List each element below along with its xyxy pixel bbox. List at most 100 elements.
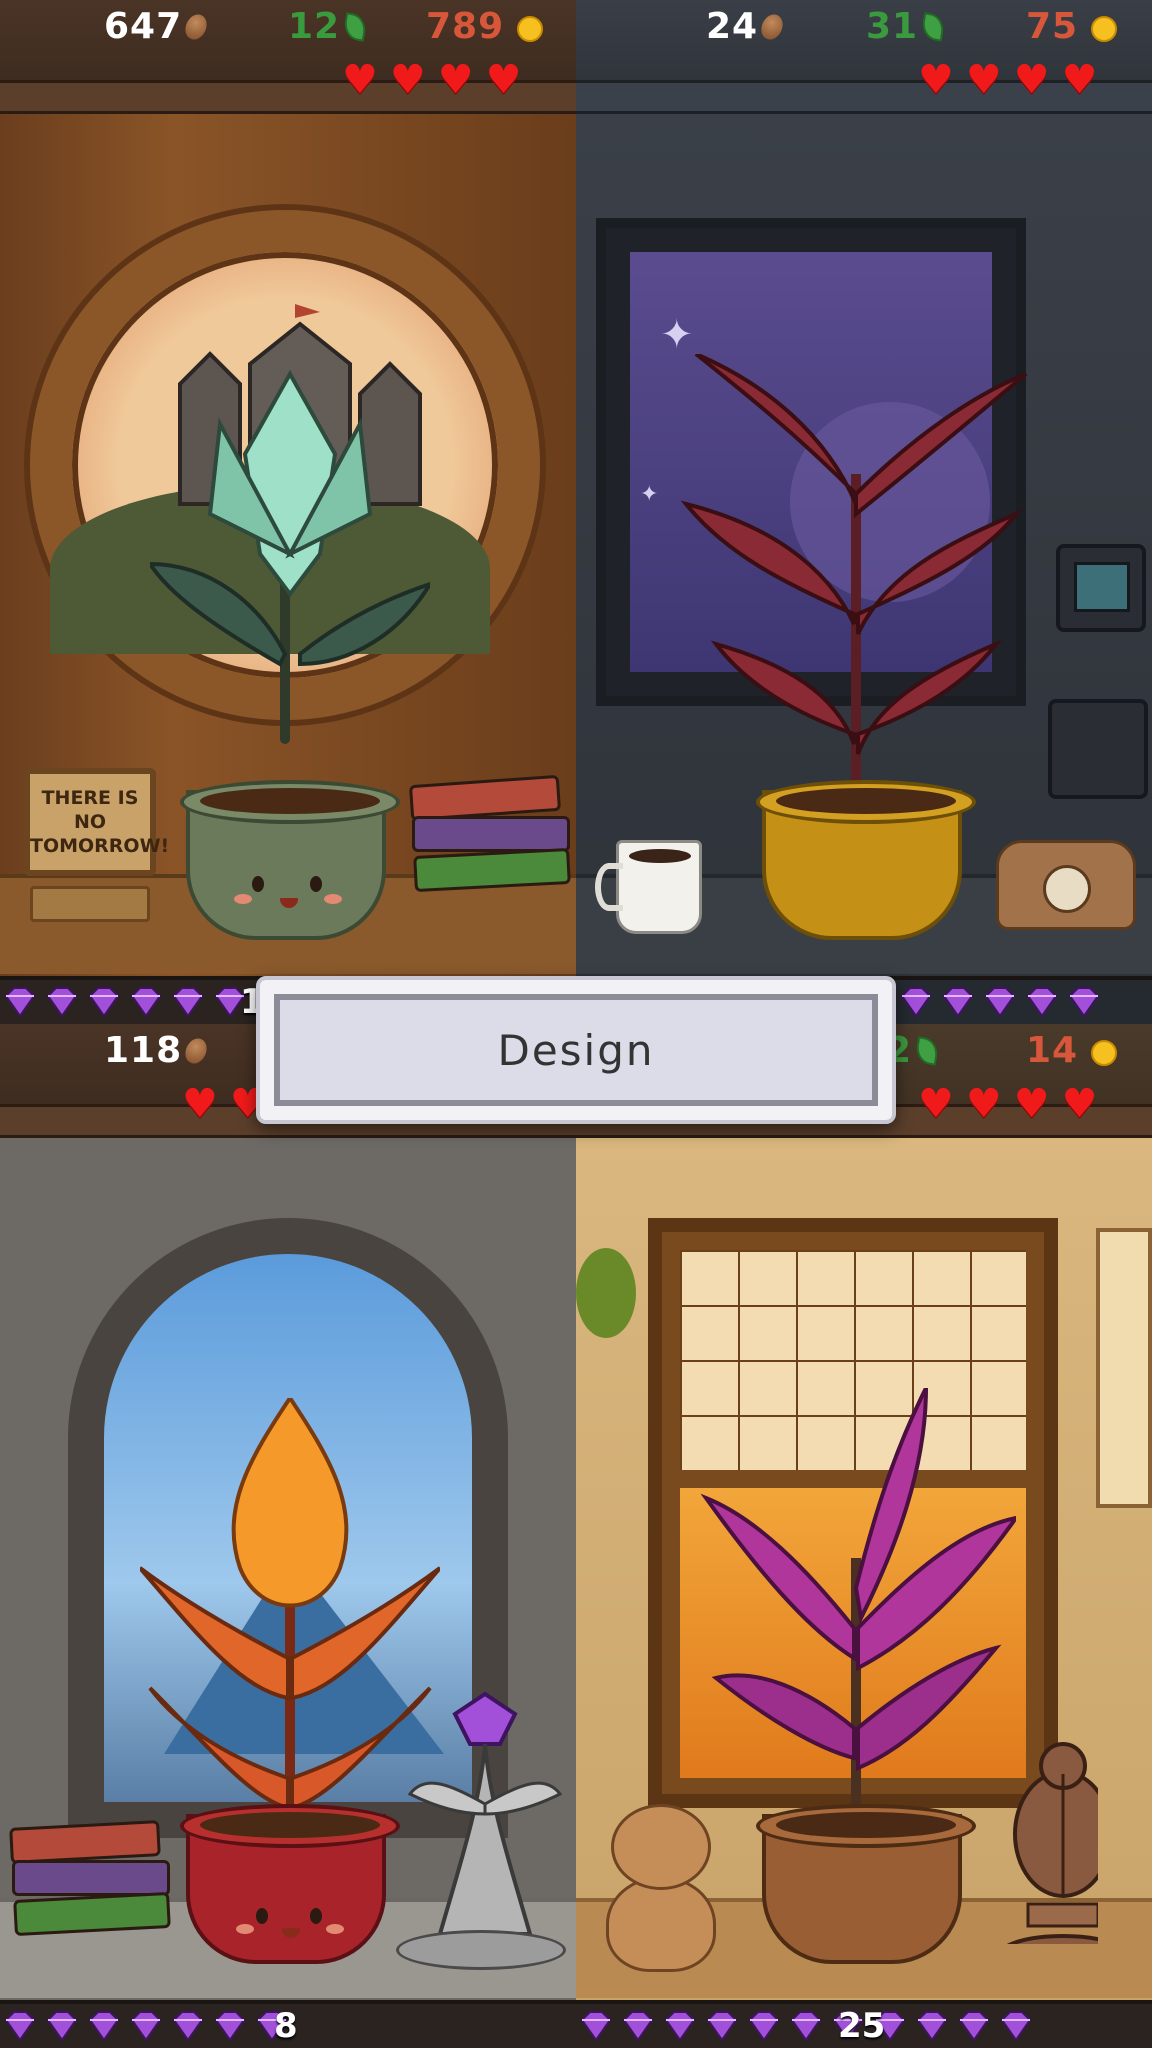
amethyst-gem-icon xyxy=(900,987,932,1018)
book xyxy=(412,816,570,852)
coins-counter: 647 xyxy=(104,4,211,50)
pot-face-mouth xyxy=(282,1928,300,1938)
bottom-bar: 8 xyxy=(0,2000,576,2048)
plant-pot[interactable] xyxy=(180,1804,400,1964)
trophy-base xyxy=(396,1930,566,1970)
seed-icon xyxy=(181,10,211,44)
coins-counter: 24 xyxy=(706,4,787,50)
leaf-icon xyxy=(913,1036,941,1066)
plant-panel-space[interactable]: 24 31 75 ♥♥♥♥ ✦ ✦ xyxy=(576,0,1152,1024)
plant-panel-castle[interactable]: 647 12 789 ♥♥♥♥ xyxy=(0,0,576,1024)
sign-stand xyxy=(30,886,150,922)
terminal-screen xyxy=(1056,544,1146,632)
gem-row xyxy=(896,980,1104,1024)
pot-face-cheek xyxy=(236,1924,254,1934)
plant-pot[interactable] xyxy=(180,780,400,940)
amethyst-gem-icon xyxy=(748,2011,780,2042)
amethyst-gem-icon xyxy=(172,987,204,1018)
suns-value: 789 xyxy=(426,6,505,47)
scarab-statue xyxy=(1006,1742,1098,1944)
pot-face-cheek xyxy=(324,894,342,904)
pot-face-cheek xyxy=(326,1924,344,1934)
pot-soil xyxy=(776,788,956,814)
sign-board[interactable]: THERE IS NO TOMORROW! xyxy=(24,768,169,876)
pot-face-cheek xyxy=(234,894,252,904)
amethyst-gem-icon xyxy=(916,2011,948,2042)
suns-counter: 75 xyxy=(1026,3,1122,50)
plant-pot[interactable] xyxy=(756,1804,976,1964)
heart-icon: ♥ xyxy=(1061,1081,1098,1127)
control-panel xyxy=(1048,699,1148,799)
amethyst-gem-icon xyxy=(88,2011,120,2042)
pot-face-eye xyxy=(256,1908,268,1924)
amethyst-gem-icon xyxy=(1000,2011,1032,2042)
amethyst-gem-icon xyxy=(790,2011,822,2042)
terminal-display xyxy=(1074,562,1130,612)
coins-value: 24 xyxy=(706,6,759,47)
amethyst-gem-icon xyxy=(88,987,120,1018)
suns-value: 75 xyxy=(1026,6,1079,47)
heart-icon: ♥ xyxy=(1013,1081,1050,1127)
leaves-counter: 12 xyxy=(288,4,369,50)
gem-row xyxy=(0,2004,292,2048)
hearts-row: ♥ ♥ ♥ ♥ xyxy=(918,58,1097,102)
amethyst-gem-icon xyxy=(46,2011,78,2042)
suns-counter: 789 xyxy=(426,3,548,50)
rotary-phone xyxy=(996,840,1136,930)
leaf-icon xyxy=(342,12,369,42)
amethyst-gem-icon xyxy=(1026,987,1058,1018)
plant-panel-mountain[interactable]: 118 ♥ ♥ 8 xyxy=(0,1024,576,2048)
sun-icon xyxy=(508,3,548,47)
amethyst-gem-icon xyxy=(1068,987,1100,1018)
amethyst-gem-icon xyxy=(4,2011,36,2042)
teddy-bear-head xyxy=(611,1804,711,1890)
heart-icon: ♥ xyxy=(437,57,474,103)
amethyst-gem-icon xyxy=(706,2011,738,2042)
gem-row xyxy=(576,2004,1036,2048)
star-icon: ✦ xyxy=(640,482,659,507)
pot-soil xyxy=(200,1812,380,1838)
design-button-label: Design xyxy=(497,1025,655,1075)
heart-icon: ♥ xyxy=(389,57,426,103)
pot-soil xyxy=(200,788,380,814)
hearts-row: ♥ ♥ ♥ ♥ xyxy=(342,58,521,102)
star-icon: ✦ xyxy=(660,312,694,358)
sun-icon xyxy=(1082,3,1122,47)
hearts-row: ♥ ♥ xyxy=(182,1082,266,1126)
heart-icon: ♥ xyxy=(965,1081,1002,1127)
resource-hud: 24 31 75 ♥♥♥♥ xyxy=(576,0,1152,114)
heart-icon: ♥ xyxy=(485,57,522,103)
leaf-icon xyxy=(920,12,947,42)
plant-pot[interactable] xyxy=(756,780,976,940)
teddy-bear-body xyxy=(606,1876,716,1972)
amethyst-gem-icon xyxy=(942,987,974,1018)
seed-icon xyxy=(757,10,787,44)
coins-counter: 118 xyxy=(104,1028,211,1074)
amethyst-gem-icon xyxy=(46,987,78,1018)
pot-face-mouth xyxy=(280,898,298,908)
bonsai xyxy=(576,1248,636,1338)
amethyst-gem-icon xyxy=(214,2011,246,2042)
coffee-mug xyxy=(595,840,702,934)
leaves-counter: 31 xyxy=(866,4,947,50)
sun-icon xyxy=(1082,1027,1122,1071)
seed-icon xyxy=(181,1034,211,1068)
bottom-counter: 25 xyxy=(838,2006,886,2046)
pot-face-eye xyxy=(310,876,322,892)
heart-icon: ♥ xyxy=(965,57,1002,103)
heart-icon: ♥ xyxy=(182,1081,218,1127)
suns-value: 14 xyxy=(1026,1030,1079,1071)
heart-icon: ♥ xyxy=(918,57,954,103)
amethyst-gem-icon xyxy=(984,987,1016,1018)
hearts-row: ♥ ♥ ♥ ♥ xyxy=(918,1082,1097,1126)
crystal-plant xyxy=(150,369,430,667)
leaves-value: 31 xyxy=(866,6,919,47)
design-button[interactable]: Design xyxy=(274,994,878,1106)
heart-icon: ♥ xyxy=(1013,57,1050,103)
amethyst-gem-icon xyxy=(4,987,36,1018)
heart-icon: ♥ xyxy=(1061,57,1098,103)
pot-soil xyxy=(776,1812,956,1838)
sign-text: THERE IS NO TOMORROW! xyxy=(30,787,170,857)
plant-panel-autumn[interactable]: 2 14 ♥♥♥♥ xyxy=(576,1024,1152,2048)
bottom-counter: 8 xyxy=(274,2006,298,2046)
